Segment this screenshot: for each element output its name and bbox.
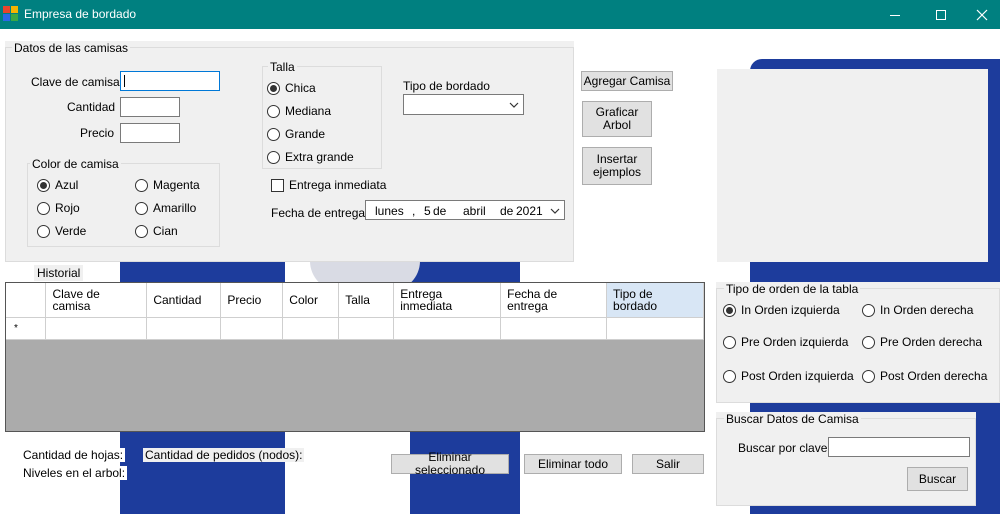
table-cell[interactable] [45, 317, 148, 340]
radio-icon [37, 224, 50, 238]
eliminar-todo-button[interactable]: Eliminar todo [524, 454, 622, 474]
minimize-icon[interactable] [872, 0, 918, 29]
column-header-color[interactable]: Color [282, 283, 340, 318]
talla-option-chica[interactable]: Chica [267, 81, 316, 95]
radio-icon [723, 303, 736, 317]
column-header-clave[interactable]: Clave de camisa [45, 283, 148, 318]
color-option-verde[interactable]: Verde [37, 224, 86, 238]
column-header-cantidad[interactable]: Cantidad [146, 283, 222, 318]
column-header-fecha[interactable]: Fecha de entrega [500, 283, 608, 318]
buscar-button[interactable]: Buscar [907, 467, 968, 491]
radio-icon [37, 201, 50, 215]
buscar-clave-label: Buscar por clave [738, 441, 828, 455]
color-option-amarillo[interactable]: Amarillo [135, 201, 196, 215]
insertar-ejemplos-button[interactable]: Insertar ejemplos [582, 147, 652, 185]
buscar-group-title: Buscar Datos de Camisa [724, 412, 861, 426]
talla-option-mediana[interactable]: Mediana [267, 104, 331, 118]
chevron-down-icon [550, 208, 560, 214]
table-cell[interactable] [146, 317, 222, 340]
radio-icon [135, 201, 148, 215]
new-row-marker: * [6, 317, 47, 340]
radio-icon [862, 303, 875, 317]
radio-icon [135, 224, 148, 238]
chevron-down-icon [509, 102, 519, 108]
column-header-entrega[interactable]: Entrega inmediata [393, 283, 502, 318]
radio-icon [267, 81, 280, 95]
color-option-rojo[interactable]: Rojo [37, 201, 80, 215]
table-cell[interactable] [338, 317, 395, 340]
orden-in-izquierda[interactable]: In Orden izquierda [723, 303, 840, 317]
fecha-entrega-picker[interactable]: lunes , 5 de abril de 2021 [365, 200, 565, 220]
agregar-camisa-button[interactable]: Agregar Camisa [581, 71, 673, 91]
grid-row-header-corner [6, 283, 47, 318]
table-cell[interactable] [606, 317, 704, 340]
color-option-magenta[interactable]: Magenta [135, 178, 200, 192]
color-group-title: Color de camisa [30, 157, 121, 171]
cantidad-input[interactable] [120, 97, 180, 117]
talla-option-extra-grande[interactable]: Extra grande [267, 150, 354, 164]
buscar-groupbox [716, 418, 976, 506]
talla-group-title: Talla [268, 60, 297, 74]
entrega-inmediata-checkbox[interactable]: Entrega inmediata [271, 178, 386, 192]
radio-icon [723, 335, 736, 349]
clave-label: Clave de camisa [31, 75, 120, 89]
orden-group-title: Tipo de orden de la tabla [724, 282, 861, 296]
historial-grid: Clave de camisa Cantidad Precio Color Tal… [5, 282, 705, 432]
radio-icon [267, 104, 280, 118]
fecha-entrega-label: Fecha de entrega [271, 206, 366, 220]
color-option-azul[interactable]: Azul [37, 178, 78, 192]
buscar-clave-input[interactable] [828, 437, 970, 457]
salir-button[interactable]: Salir [632, 454, 704, 474]
cantidad-label: Cantidad [67, 100, 116, 114]
bordado-label: Tipo de bordado [403, 79, 490, 93]
cantidad-hojas-label: Cantidad de hojas: [21, 448, 126, 462]
graficar-arbol-button[interactable]: Graficar Arbol [582, 101, 652, 137]
app-icon [3, 6, 19, 22]
orden-pre-derecha[interactable]: Pre Orden derecha [862, 335, 982, 349]
table-cell[interactable] [220, 317, 284, 340]
historial-label: Historial [34, 265, 84, 281]
eliminar-seleccionado-button[interactable]: Eliminar seleccionado [391, 451, 509, 477]
talla-option-grande[interactable]: Grande [267, 127, 325, 141]
orden-in-derecha[interactable]: In Orden derecha [862, 303, 973, 317]
cantidad-pedidos-label: Cantidad de pedidos (nodos): [143, 448, 305, 462]
color-option-cian[interactable]: Cian [135, 224, 178, 238]
clave-input[interactable] [120, 71, 220, 91]
column-header-precio[interactable]: Precio [220, 283, 284, 318]
grid-header-row: Clave de camisa Cantidad Precio Color Tal… [6, 283, 704, 318]
datos-group-title: Datos de las camisas [12, 41, 131, 55]
precio-label: Precio [80, 126, 115, 140]
table-cell[interactable] [500, 317, 608, 340]
text-caret [124, 75, 125, 87]
close-icon[interactable] [964, 0, 1000, 29]
column-header-tipo-bordado[interactable]: Tipo de bordado [606, 283, 704, 318]
checkbox-icon [271, 178, 284, 192]
column-header-talla[interactable]: Talla [338, 283, 395, 318]
tree-graph-picture [717, 69, 988, 262]
orden-post-izquierda[interactable]: Post Orden izquierda [723, 369, 854, 383]
table-cell[interactable] [282, 317, 340, 340]
maximize-icon[interactable] [918, 0, 964, 29]
table-row[interactable]: * [6, 317, 704, 340]
radio-icon [267, 127, 280, 141]
orden-post-derecha[interactable]: Post Orden derecha [862, 369, 987, 383]
title-bar: Empresa de bordado [0, 0, 1000, 29]
orden-pre-izquierda[interactable]: Pre Orden izquierda [723, 335, 848, 349]
table-cell[interactable] [393, 317, 502, 340]
radio-icon [267, 150, 280, 164]
precio-input[interactable] [120, 123, 180, 143]
radio-icon [723, 369, 736, 383]
bordado-select[interactable] [403, 94, 524, 115]
window-title: Empresa de bordado [24, 7, 137, 21]
niveles-arbol-label: Niveles en el arbol: [21, 466, 128, 480]
radio-icon [135, 178, 148, 192]
radio-icon [862, 369, 875, 383]
radio-icon [862, 335, 875, 349]
radio-icon [37, 178, 50, 192]
